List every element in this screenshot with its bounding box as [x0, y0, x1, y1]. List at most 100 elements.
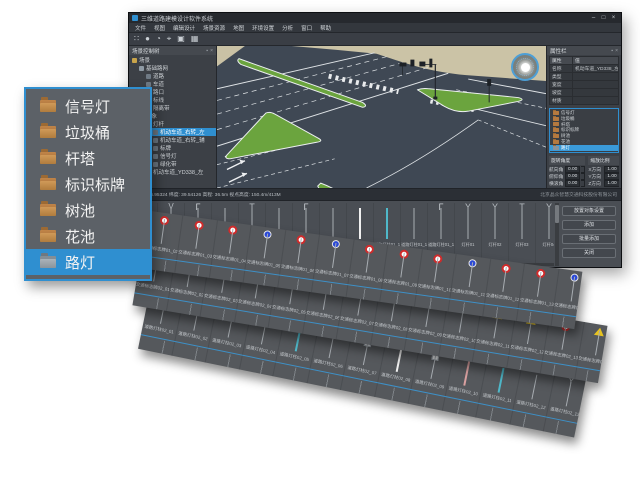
rotation-value-input[interactable]: 0.00	[565, 173, 580, 180]
menu-item[interactable]: 分析	[282, 24, 293, 32]
property-key: 坡度	[550, 89, 573, 96]
property-row[interactable]: 名称 机动车道_YD338_左	[550, 64, 618, 72]
rotation-value-input[interactable]: 0.00	[565, 166, 580, 173]
callout-category-row[interactable]: 花池	[26, 223, 150, 249]
vertical-scrollbar[interactable]	[555, 203, 559, 266]
toolbar: ∷ ● ◔ ⌖ ▣ ▦	[129, 33, 621, 46]
menu-item[interactable]: 视图	[154, 24, 165, 32]
menu-item[interactable]: 窗口	[301, 24, 312, 32]
asset-action-button[interactable]: 批量添加	[562, 234, 616, 244]
scale-value-input[interactable]: 1.00	[604, 180, 619, 187]
spinner[interactable]	[581, 180, 585, 187]
asset-thumbnail[interactable]: 灯杆04	[536, 203, 554, 266]
tree-row[interactable]: 场景	[129, 56, 216, 64]
composite-stage: 三维道路建模设计软件系统 – □ × 文件视图编辑设计场景资源地图环境设置分析窗…	[0, 0, 640, 477]
asset-thumbnail[interactable]: 灯杆03	[509, 203, 536, 266]
viewport-3d[interactable]	[217, 46, 546, 188]
callout-category-row[interactable]: 信号灯	[26, 93, 150, 119]
menu-item[interactable]: 编辑设计	[173, 24, 195, 32]
close-icon[interactable]: ×	[615, 48, 618, 54]
category-callout-panel: 信号灯 垃圾桶 杆塔 标识标牌 树池 花	[24, 87, 152, 281]
callout-category-row[interactable]: 树池	[26, 197, 150, 223]
tree-node-icon	[153, 162, 158, 167]
rotation-label: 横滚角	[549, 180, 564, 187]
folder-icon	[40, 126, 56, 138]
folder-icon	[40, 100, 56, 112]
category-row[interactable]: 路灯	[550, 145, 618, 151]
asset-icon	[390, 248, 414, 280]
clock-icon[interactable]: ◔	[156, 33, 161, 45]
callout-category-row[interactable]: 杆塔	[26, 145, 150, 171]
spinner[interactable]	[581, 173, 585, 180]
callout-category-label: 垃圾桶	[65, 122, 110, 143]
app-icon	[132, 15, 138, 21]
compass-widget[interactable]	[511, 53, 539, 81]
asset-label: 交通标志牌02_14	[578, 356, 608, 367]
asset-label: 交通标志牌01_14	[554, 302, 583, 313]
layout-grid-icon[interactable]: ∷	[134, 33, 139, 45]
menu-item[interactable]: 文件	[135, 24, 146, 32]
asset-label: 道路灯柱02_14	[583, 413, 586, 425]
spinner[interactable]	[581, 166, 585, 173]
tree-row[interactable]: 道路	[129, 72, 216, 80]
asset-thumbnail[interactable]: 灯杆02	[482, 203, 509, 266]
property-row[interactable]: 坡度	[550, 88, 618, 96]
close-button[interactable]: ×	[609, 13, 618, 23]
scale-value-input[interactable]: 1.00	[604, 173, 619, 180]
asset-label: 交通标志牌01_12	[485, 292, 519, 303]
property-row[interactable]: 类型	[550, 72, 618, 80]
callout-category-label: 标识标牌	[65, 174, 125, 195]
building-icon[interactable]: ▦	[191, 33, 199, 45]
menu-item[interactable]: 环境设置	[252, 24, 274, 32]
asset-icon	[151, 215, 175, 247]
rotation-title: 旋转角度	[549, 156, 585, 165]
sphere-icon[interactable]: ●	[145, 33, 150, 45]
asset-label: 道路灯柱01_12	[428, 242, 454, 248]
callout-category-label: 信号灯	[65, 96, 110, 117]
tree-node-label: 标牌	[160, 144, 171, 152]
menu-item[interactable]: 场景资源	[203, 24, 225, 32]
callout-category-row[interactable]: 标识标牌	[26, 171, 150, 197]
property-row[interactable]: 材质	[550, 96, 618, 104]
property-key: 材质	[550, 97, 573, 104]
asset-icon	[288, 234, 312, 266]
asset-action-button[interactable]: 添加	[562, 220, 616, 230]
asset-action-button[interactable]: 放置对象设置	[562, 206, 616, 216]
folder-icon	[40, 178, 56, 190]
scene-tree-header: 场景控制树 ▪×	[129, 46, 216, 55]
asset-label: 灯杆02	[488, 242, 501, 248]
minimize-button[interactable]: –	[589, 13, 598, 23]
scene-tree-title: 场景控制树	[132, 47, 160, 55]
asset-icon	[556, 377, 582, 410]
maximize-button[interactable]: □	[599, 13, 608, 23]
callout-category-row[interactable]: 垃圾桶	[26, 119, 150, 145]
pin-icon[interactable]: ▪	[206, 48, 208, 54]
scale-row: Z方向 1.00	[588, 180, 619, 187]
asset-action-button[interactable]: 关闭	[562, 248, 616, 258]
property-key: 宽度	[550, 81, 573, 88]
title-bar[interactable]: 三维道路建模设计软件系统 – □ ×	[129, 13, 621, 23]
prop-col-key: 属性	[550, 57, 573, 64]
target-icon[interactable]: ⌖	[167, 33, 172, 45]
viewport-canvas	[217, 46, 546, 188]
asset-icon	[220, 224, 244, 256]
pin-icon[interactable]: ▪	[611, 48, 613, 54]
scale-value-input[interactable]: 1.00	[604, 166, 619, 173]
menu-item[interactable]: 地图	[233, 24, 244, 32]
category-label: 路灯	[561, 145, 570, 151]
callout-category-row[interactable]: 路灯	[26, 249, 150, 275]
menu-item[interactable]: 帮助	[320, 24, 331, 32]
close-icon[interactable]: ×	[210, 48, 213, 54]
asset-label: 交通标志牌01_06	[280, 264, 314, 275]
tree-row[interactable]: 基础路网	[129, 64, 216, 72]
scale-row: Y方向 1.00	[588, 173, 619, 180]
folder-icon	[553, 117, 559, 121]
rotation-row: 航向角 0.00	[549, 166, 585, 173]
rotation-value-input[interactable]: 0.00	[565, 180, 580, 187]
tree-node-icon	[146, 82, 151, 87]
scale-label: Y方向	[588, 173, 603, 180]
tree-node-label: 基础路网	[146, 64, 168, 72]
frame-icon[interactable]: ▣	[177, 33, 185, 45]
tree-node-icon	[153, 138, 158, 143]
property-row[interactable]: 宽度	[550, 80, 618, 88]
